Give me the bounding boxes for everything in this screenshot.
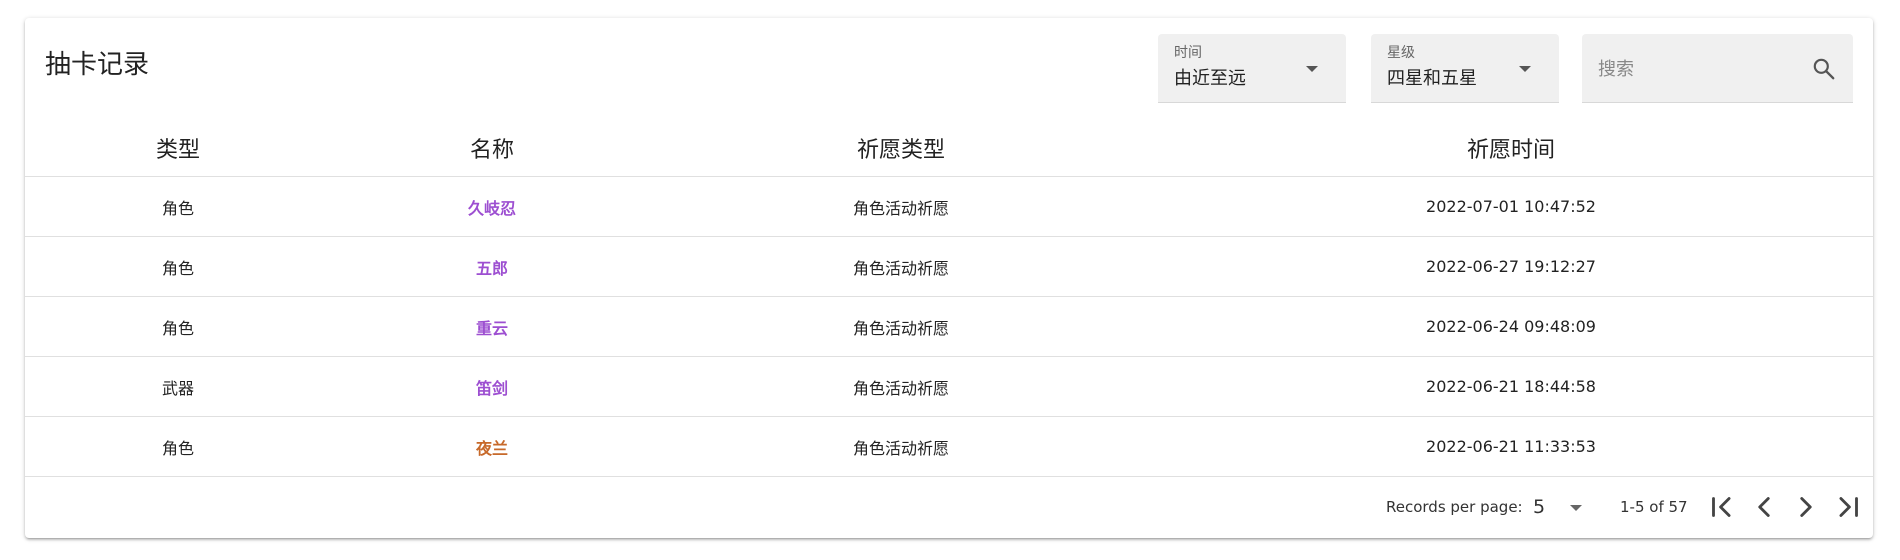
table-header-row: 类型 名称 祈愿类型 祈愿时间 xyxy=(25,120,1873,177)
cell-type: 角色 xyxy=(161,198,194,218)
table-footer: Records per page: 5 1-5 of 57 xyxy=(25,478,1873,538)
star-filter-select[interactable]: 星级 四星和五星 xyxy=(1371,34,1559,103)
caret-down-icon xyxy=(1306,66,1318,72)
column-header-type[interactable]: 类型 xyxy=(25,120,331,176)
cell-wish-type: 角色活动祈愿 xyxy=(852,198,949,218)
card-header: 抽卡记录 时间 由近至远 星级 四星和五星 xyxy=(25,18,1873,120)
search-field xyxy=(1582,34,1853,103)
cell-name: 五郎 xyxy=(475,258,508,278)
column-header-wish-type[interactable]: 祈愿类型 xyxy=(653,120,1149,176)
cell-wish-type: 角色活动祈愿 xyxy=(852,438,949,458)
cell-wish-time: 2022-06-24 09:48:09 xyxy=(1426,317,1596,336)
table-row[interactable]: 武器 笛剑 角色活动祈愿 2022-06-21 18:44:58 xyxy=(25,357,1873,417)
cell-name: 笛剑 xyxy=(475,378,508,398)
search-input[interactable] xyxy=(1596,54,1800,84)
table-row[interactable]: 角色 久岐忍 角色活动祈愿 2022-07-01 10:47:52 xyxy=(25,177,1873,237)
star-filter-label: 星级 xyxy=(1387,45,1415,61)
last-page-icon[interactable] xyxy=(1831,490,1865,524)
first-page-icon[interactable] xyxy=(1705,490,1739,524)
cell-wish-type: 角色活动祈愿 xyxy=(852,318,949,338)
table-row[interactable]: 角色 五郎 角色活动祈愿 2022-06-27 19:12:27 xyxy=(25,237,1873,297)
cell-type: 角色 xyxy=(161,258,194,278)
cell-wish-time: 2022-06-21 11:33:53 xyxy=(1426,437,1596,456)
caret-down-icon xyxy=(1570,505,1582,511)
time-sort-select[interactable]: 时间 由近至远 xyxy=(1158,34,1346,103)
cell-name: 久岐忍 xyxy=(467,198,516,218)
cell-wish-time: 2022-06-21 18:44:58 xyxy=(1426,377,1596,396)
cell-name: 重云 xyxy=(475,318,508,338)
page-title: 抽卡记录 xyxy=(45,50,150,80)
chevron-right-icon[interactable] xyxy=(1789,490,1823,524)
column-header-name[interactable]: 名称 xyxy=(331,120,653,176)
gacha-records-card: 抽卡记录 时间 由近至远 星级 四星和五星 类型 名称 祈愿类型 祈愿时间 xyxy=(25,18,1873,538)
cell-name: 夜兰 xyxy=(475,438,508,458)
time-sort-value: 由近至远 xyxy=(1174,68,1246,89)
pagination-range: 1-5 of 57 xyxy=(1620,498,1688,516)
cell-wish-time: 2022-07-01 10:47:52 xyxy=(1426,197,1596,216)
table-row[interactable]: 角色 夜兰 角色活动祈愿 2022-06-21 11:33:53 xyxy=(25,417,1873,477)
table-body: 角色 久岐忍 角色活动祈愿 2022-07-01 10:47:52 角色 五郎 … xyxy=(25,177,1873,477)
chevron-left-icon[interactable] xyxy=(1747,490,1781,524)
search-icon[interactable] xyxy=(1811,56,1837,82)
cell-type: 武器 xyxy=(161,378,194,398)
records-per-page-label: Records per page: xyxy=(1386,498,1523,516)
table-row[interactable]: 角色 重云 角色活动祈愿 2022-06-24 09:48:09 xyxy=(25,297,1873,357)
records-table: 类型 名称 祈愿类型 祈愿时间 角色 久岐忍 角色活动祈愿 2022-07-01… xyxy=(25,120,1873,477)
cell-wish-type: 角色活动祈愿 xyxy=(852,378,949,398)
records-per-page-select[interactable]: 5 xyxy=(1533,492,1595,522)
time-sort-label: 时间 xyxy=(1174,45,1202,61)
cell-wish-time: 2022-06-27 19:12:27 xyxy=(1426,257,1596,276)
cell-type: 角色 xyxy=(161,318,194,338)
cell-wish-type: 角色活动祈愿 xyxy=(852,258,949,278)
caret-down-icon xyxy=(1519,66,1531,72)
records-per-page-value: 5 xyxy=(1533,496,1546,518)
star-filter-value: 四星和五星 xyxy=(1387,68,1477,89)
column-header-wish-time[interactable]: 祈愿时间 xyxy=(1149,120,1873,176)
cell-type: 角色 xyxy=(161,438,194,458)
